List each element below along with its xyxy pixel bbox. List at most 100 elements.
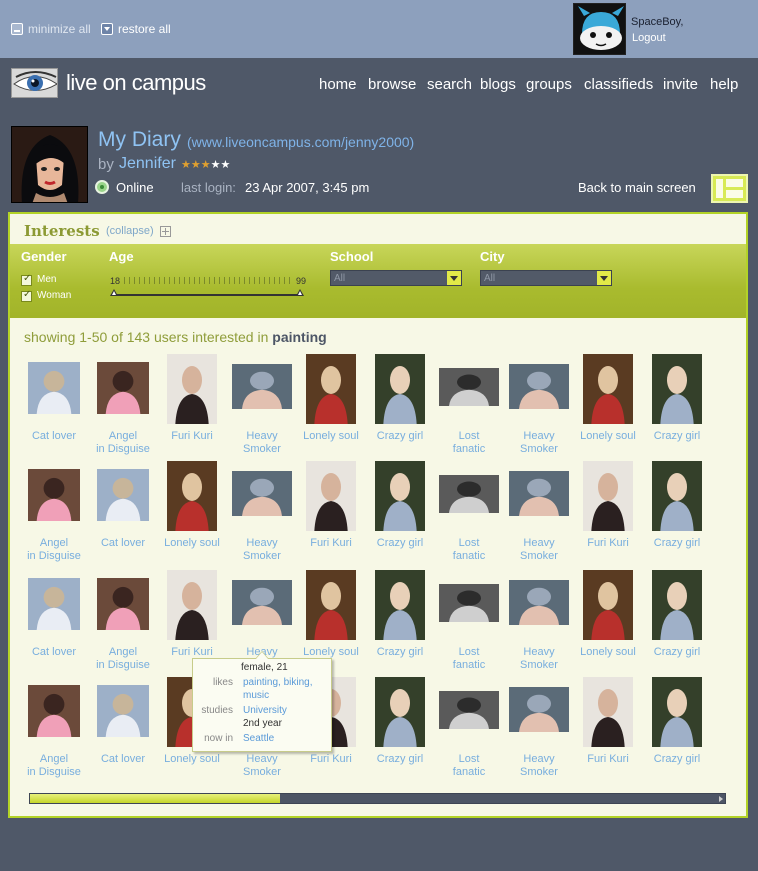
user-photo[interactable] [438, 368, 499, 406]
user-card[interactable]: Crazy girl [360, 354, 440, 454]
user-card[interactable]: Crazy girl [360, 677, 440, 777]
user-card-name[interactable]: Lost fanatic [429, 753, 509, 779]
user-photo[interactable] [96, 685, 149, 737]
user-card-name[interactable]: Lonely soul [152, 753, 232, 766]
user-photo[interactable] [305, 461, 356, 531]
user-photo[interactable] [582, 570, 633, 640]
user-card-name[interactable]: Lost fanatic [429, 646, 509, 672]
user-card-name[interactable]: Crazy girl [360, 753, 440, 766]
tooltip-likes-line2[interactable]: music [243, 690, 269, 701]
user-photo[interactable] [305, 570, 356, 640]
user-card[interactable]: Heavy Smoker [499, 354, 579, 455]
diary-title[interactable]: My Diary [98, 128, 181, 152]
nav-blogs[interactable]: blogs [480, 76, 516, 93]
profile-name-link[interactable]: Jennifer [119, 155, 176, 173]
nav-browse[interactable]: browse [368, 76, 416, 93]
user-photo[interactable] [508, 687, 569, 732]
user-photo[interactable] [27, 469, 80, 521]
user-avatar[interactable] [573, 3, 626, 55]
tooltip-studies-line1[interactable]: University [243, 705, 287, 716]
user-photo[interactable] [651, 461, 702, 531]
user-card-name[interactable]: Lost fanatic [429, 537, 509, 563]
user-card-name[interactable]: Heavy Smoker [222, 753, 302, 779]
user-card-name[interactable]: Furi Kuri [152, 430, 232, 443]
chevron-down-icon[interactable] [447, 271, 461, 285]
user-card[interactable]: Cat lover [14, 354, 94, 454]
user-card[interactable]: Crazy girl [360, 461, 440, 561]
user-card-name[interactable]: Lost fanatic [429, 430, 509, 456]
age-max-handle[interactable] [296, 289, 304, 296]
user-photo[interactable] [96, 469, 149, 521]
user-photo[interactable] [651, 677, 702, 747]
user-photo[interactable] [438, 691, 499, 729]
user-card[interactable]: Angel in Disguise [14, 461, 94, 562]
scrollbar-thumb[interactable] [30, 794, 280, 803]
user-card[interactable]: Heavy Smoker [499, 461, 579, 563]
user-card[interactable]: Cat lover [83, 677, 163, 777]
user-card-name[interactable]: Lonely soul [152, 537, 232, 550]
user-photo[interactable] [438, 584, 499, 622]
user-card-name[interactable]: Angel in Disguise [83, 430, 163, 456]
user-photo[interactable] [27, 578, 80, 630]
user-card[interactable]: Crazy girl [360, 570, 440, 670]
user-photo[interactable] [231, 471, 292, 516]
tooltip-location[interactable]: Seattle [243, 733, 274, 744]
user-card-name[interactable]: Heavy Smoker [222, 537, 302, 563]
user-card[interactable]: Angel in Disguise [83, 354, 163, 456]
expand-icon[interactable] [160, 226, 171, 237]
user-card[interactable]: Furi Kuri [568, 461, 648, 561]
user-photo[interactable] [374, 461, 425, 531]
user-photo[interactable] [651, 570, 702, 640]
user-photo[interactable] [231, 580, 292, 625]
user-photo[interactable] [508, 364, 569, 409]
nav-groups[interactable]: groups [526, 76, 572, 93]
age-slider-track[interactable] [114, 294, 301, 296]
nav-classifieds[interactable]: classifieds [584, 76, 653, 93]
user-card-name[interactable]: Cat lover [83, 753, 163, 766]
back-to-main-link[interactable]: Back to main screen [578, 180, 696, 195]
eye-logo-icon[interactable] [11, 68, 58, 98]
diary-url[interactable]: (www.liveoncampus.com/jenny2000) [187, 134, 414, 150]
user-photo[interactable] [582, 354, 633, 424]
tooltip-likes-line1[interactable]: painting, biking, [243, 677, 313, 688]
user-photo[interactable] [305, 354, 356, 424]
logout-link[interactable]: Logout [632, 32, 666, 44]
user-card[interactable]: Angel in Disguise [14, 677, 94, 778]
nav-search[interactable]: search [427, 76, 472, 93]
user-card[interactable]: Lost fanatic [429, 461, 509, 563]
scroll-right-icon[interactable] [719, 796, 723, 802]
user-card-name[interactable]: Lonely soul [291, 430, 371, 443]
user-card[interactable]: Lost fanatic [429, 570, 509, 672]
user-card[interactable]: Lost fanatic [429, 354, 509, 456]
user-photo[interactable] [166, 354, 217, 424]
woman-checkbox[interactable] [21, 289, 32, 302]
user-photo[interactable] [374, 570, 425, 640]
user-photo[interactable] [166, 461, 217, 531]
user-photo[interactable] [508, 471, 569, 516]
user-card[interactable]: Lost fanatic [429, 677, 509, 779]
user-photo[interactable] [166, 570, 217, 640]
user-photo[interactable] [96, 362, 149, 414]
restore-all-button[interactable]: restore all [101, 22, 171, 36]
user-card[interactable]: Lonely soul [152, 461, 232, 561]
user-photo[interactable] [651, 354, 702, 424]
user-card[interactable]: Heavy Smoker [222, 354, 302, 455]
profile-avatar[interactable] [11, 126, 88, 203]
user-card-name[interactable]: Crazy girl [637, 753, 717, 766]
user-card[interactable]: Lonely soul [568, 354, 648, 454]
user-photo[interactable] [374, 354, 425, 424]
user-photo[interactable] [438, 475, 499, 513]
user-card-name[interactable]: Furi Kuri [568, 753, 648, 766]
user-card[interactable]: Cat lover [83, 461, 163, 561]
user-card-name[interactable]: Heavy Smoker [499, 537, 579, 563]
user-card-name[interactable]: Lonely soul [568, 430, 648, 443]
user-card[interactable]: Furi Kuri [568, 677, 648, 777]
user-card[interactable]: Heavy Smoker [499, 677, 579, 779]
user-card-name[interactable]: Lonely soul [568, 646, 648, 659]
collapse-link[interactable]: (collapse) [106, 225, 154, 237]
user-card-name[interactable]: Angel in Disguise [83, 646, 163, 672]
nav-invite[interactable]: invite [663, 76, 698, 93]
user-card-name[interactable]: Heavy Smoker [499, 753, 579, 779]
nav-home[interactable]: home [319, 76, 357, 93]
user-card-name[interactable]: Heavy Smoker [499, 646, 579, 672]
